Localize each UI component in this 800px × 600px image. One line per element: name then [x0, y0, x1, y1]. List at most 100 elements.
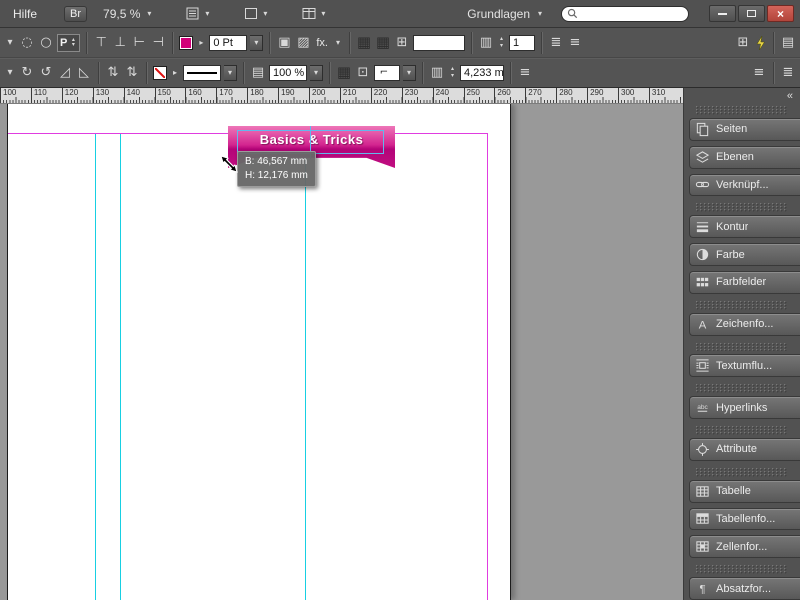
screen-mode-button[interactable]: ▾: [244, 6, 270, 22]
ruler-mark: 250: [463, 88, 480, 103]
character-styles-icon: A: [694, 316, 711, 332]
minimize-icon: [718, 12, 727, 15]
align-top-icon[interactable]: ⊤: [93, 35, 109, 51]
columns-stepper[interactable]: ▴ ▾: [497, 36, 506, 49]
align-right-icon[interactable]: ⊣: [150, 35, 166, 51]
stroke-style-field[interactable]: [183, 64, 221, 81]
stroke-color-swatch[interactable]: [153, 65, 167, 80]
ellipse-frame-tool-icon[interactable]: ◌: [19, 35, 35, 51]
search-input[interactable]: [581, 7, 683, 20]
dock-button-farbe[interactable]: Farbe: [689, 243, 800, 266]
dock-button-ebenen[interactable]: Ebenen: [689, 145, 800, 169]
maximize-button[interactable]: [738, 5, 765, 22]
columns-field[interactable]: 1: [508, 34, 535, 51]
minimize-button[interactable]: [709, 5, 736, 22]
paragraph-list-icon[interactable]: ≡: [751, 65, 767, 81]
search-box[interactable]: [561, 5, 689, 22]
text-frame-options-icon[interactable]: ▦: [356, 35, 372, 51]
control-panel-menu-icon[interactable]: ▤: [780, 35, 796, 51]
rotate-cw-icon[interactable]: ↻: [19, 65, 35, 81]
shear-left-icon[interactable]: ◺: [76, 65, 92, 81]
ellipse-tool-icon[interactable]: ○: [38, 35, 54, 51]
effects-dropdown-icon[interactable]: ▾: [333, 35, 343, 51]
close-button[interactable]: ×: [767, 5, 794, 22]
corner-options-dropdown[interactable]: ▾: [403, 64, 416, 81]
align-paragraph-icon[interactable]: ≡: [567, 35, 583, 51]
flip-vertical-icon[interactable]: ⇅: [105, 65, 121, 81]
fill-flyout-icon[interactable]: ▸: [196, 35, 206, 51]
dock-button-label: Farbfelder: [716, 276, 767, 289]
dock-button-absatzformate[interactable]: ¶ Absatzfor...: [689, 577, 800, 600]
corner-options-field[interactable]: ⌐: [374, 64, 400, 81]
grid-options-icon[interactable]: ▦: [336, 65, 352, 81]
ruler-mark: 130: [92, 88, 109, 103]
baseline-grid-icon[interactable]: ▦: [375, 35, 391, 51]
opacity-dropdown[interactable]: ▾: [310, 64, 323, 81]
quick-apply-icon[interactable]: [754, 35, 767, 51]
gutter-stepper[interactable]: ▴ ▾: [448, 66, 457, 79]
view-options-button[interactable]: ▾: [186, 6, 212, 22]
shear-right-icon[interactable]: ◿: [57, 65, 73, 81]
dock-button-zellenformate[interactable]: Zellenfor...: [689, 535, 800, 559]
dock-button-hyperlinks[interactable]: abc Hyperlinks: [689, 396, 800, 420]
position-steppers[interactable]: ▴ ▾: [69, 37, 77, 48]
object-style-field[interactable]: [412, 34, 465, 51]
align-left-icon[interactable]: ⊢: [131, 35, 147, 51]
reference-point-proxy[interactable]: P ▴ ▾: [57, 33, 81, 52]
dock-button-label: Attribute: [716, 443, 757, 456]
frame-center-icon[interactable]: ⊡: [355, 65, 371, 81]
columns-icon[interactable]: ▥: [478, 35, 494, 51]
text-align-icon[interactable]: ≡: [517, 65, 533, 81]
dock-gripper: [696, 300, 788, 310]
dock-button-zeichenformate[interactable]: A Zeichenfo...: [689, 312, 800, 336]
bridge-button[interactable]: Br: [64, 5, 88, 22]
corner-options-icon: ⌐: [379, 66, 389, 78]
align-bottom-icon[interactable]: ⊥: [112, 35, 128, 51]
gutter-field[interactable]: 4,233 m: [460, 64, 504, 81]
drop-shadow-icon[interactable]: ▣: [276, 35, 292, 51]
control-panel-flyout-icon[interactable]: ≣: [780, 65, 796, 81]
dock-button-attribute[interactable]: Attribute: [689, 437, 800, 461]
ruler-mark: 220: [370, 88, 387, 103]
svg-text:abc: abc: [697, 404, 708, 411]
effects-button[interactable]: fx.: [314, 37, 330, 49]
dock-button-kontur[interactable]: Kontur: [689, 215, 800, 239]
stroke-weight-dropdown[interactable]: ▾: [250, 34, 264, 51]
frame-fitting-icon[interactable]: ⊞: [394, 35, 410, 51]
dock-button-textumfluss[interactable]: Textumflu...: [689, 354, 800, 378]
dock-collapse-bar[interactable]: «: [684, 88, 800, 104]
gutter-icon[interactable]: ▥: [429, 65, 445, 81]
stroke-style-dropdown[interactable]: ▾: [224, 64, 237, 81]
svg-text:¶: ¶: [699, 584, 705, 596]
stroke-weight-field[interactable]: 0 Pt: [209, 34, 248, 51]
arrange-documents-button[interactable]: ▾: [302, 6, 328, 22]
close-icon: ×: [776, 6, 784, 21]
document-canvas[interactable]: Basics & Tricks B: 46,567 mm H: 12,176 m…: [0, 104, 683, 600]
panel-dropdown-icon[interactable]: ▾: [4, 65, 16, 81]
dock-button-seiten[interactable]: Seiten: [689, 117, 800, 141]
spin-down-icon: ▾: [450, 72, 454, 79]
ruler-guide[interactable]: [95, 133, 96, 600]
ruler-guide[interactable]: [120, 133, 121, 600]
dock-button-verknuepfungen[interactable]: Verknüpf...: [689, 173, 800, 197]
workspace-grid-icon[interactable]: ⊞: [735, 35, 751, 51]
distribute-vertical-icon[interactable]: ⇅: [124, 65, 140, 81]
horizontal-ruler[interactable]: 100 110 120 130 140 150 160 170 180 190 200 210 220 2…: [0, 88, 683, 104]
opacity-field[interactable]: 100 %: [269, 64, 307, 81]
dock-button-tabellenformate[interactable]: Tabellenfo...: [689, 507, 800, 531]
maximize-icon: [747, 10, 756, 17]
dock-button-tabelle[interactable]: Tabelle: [689, 479, 800, 503]
zoom-level-dropdown[interactable]: 79,5 % ▾: [103, 6, 154, 22]
panel-dropdown-icon[interactable]: ▾: [4, 35, 16, 51]
menu-hilfe[interactable]: Hilfe: [6, 4, 44, 24]
dock-button-farbfelder[interactable]: Farbfelder: [689, 270, 800, 294]
ruler-guide[interactable]: [305, 133, 306, 600]
workspace-switcher[interactable]: Grundlagen ▾: [467, 6, 545, 22]
transparency-icon[interactable]: ▨: [295, 35, 311, 51]
dock-gripper: [696, 203, 788, 213]
rotate-ccw-icon[interactable]: ↺: [38, 65, 54, 81]
stroke-flyout-icon[interactable]: ▸: [170, 65, 180, 81]
opacity-icon[interactable]: ▤: [250, 65, 266, 81]
list-view-icon[interactable]: ≣: [548, 35, 564, 51]
fill-color-swatch[interactable]: [179, 35, 194, 50]
